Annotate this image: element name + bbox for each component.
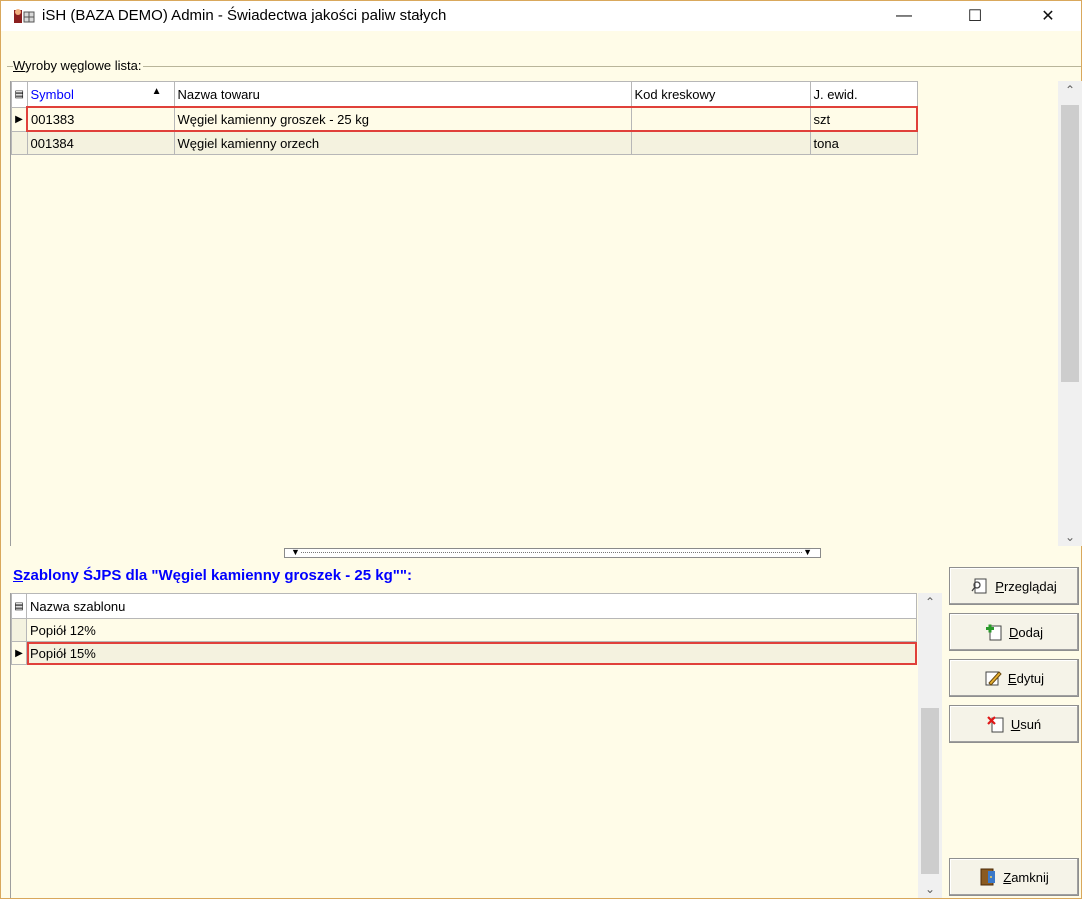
- doc-delete-icon: [987, 715, 1005, 733]
- close-button-label: amknij: [1011, 869, 1049, 885]
- close-button[interactable]: Zamknij: [949, 858, 1079, 896]
- edit-button-label: dytuj: [1016, 670, 1045, 686]
- maximize-button[interactable]: ☐: [952, 1, 998, 31]
- templates-title-text: zablony ŚJPS dla "Węgiel kamienny grosze…: [23, 567, 412, 584]
- cell-unit[interactable]: szt: [809, 106, 918, 132]
- close-window-button[interactable]: ✕: [1025, 1, 1071, 31]
- main-window: iSH (BAZA DEMO) Admin - Świadectwa jakoś…: [0, 0, 1082, 899]
- scrollbar-thumb[interactable]: [1061, 105, 1079, 382]
- cell-unit[interactable]: tona: [809, 130, 918, 155]
- add-button-accel: D: [1009, 624, 1019, 640]
- pane-splitter[interactable]: ▼ ▼: [284, 548, 821, 558]
- column-chooser-icon[interactable]: ▤: [11, 593, 27, 619]
- delete-button-label: suń: [1020, 716, 1042, 732]
- window-title: iSH (BAZA DEMO) Admin - Świadectwa jakoś…: [42, 7, 447, 24]
- column-header-symbol[interactable]: Symbol ▲: [26, 81, 175, 108]
- close-icon: ✕: [1041, 8, 1055, 25]
- templates-title-accel: S: [13, 567, 24, 584]
- row-indicator: [11, 130, 28, 155]
- cell-barcode[interactable]: [630, 130, 811, 155]
- cell-barcode[interactable]: [630, 106, 811, 132]
- column-chooser-icon[interactable]: ▤: [11, 81, 28, 108]
- chevron-down-icon: ▼: [291, 547, 300, 557]
- templates-title: Szablony ŚJPS dla "Węgiel kamienny grosz…: [13, 567, 412, 584]
- delete-button-accel: U: [1010, 716, 1021, 732]
- pencil-icon: [984, 669, 1002, 687]
- browse-button[interactable]: Przeglądaj: [949, 567, 1079, 605]
- doc-add-icon: [985, 623, 1003, 641]
- cell-symbol[interactable]: 001384: [26, 130, 175, 155]
- cell-template-name[interactable]: Popiół 15%: [26, 641, 917, 665]
- cell-name[interactable]: Węgiel kamienny groszek - 25 kg: [173, 106, 632, 132]
- column-header-barcode[interactable]: Kod kreskowy: [630, 81, 811, 108]
- table-row[interactable]: Popiół 12%: [11, 618, 917, 642]
- products-table: ▤ Symbol ▲ Nazwa towaru Kod kreskowy J. e…: [11, 81, 918, 155]
- table-row[interactable]: ▶ Popiół 15%: [11, 641, 917, 665]
- templates-table: ▤ Nazwa szablonu Popiół 12% ▶ Popiół 15%: [11, 593, 917, 665]
- browse-button-label: rzeglądaj: [1003, 578, 1057, 594]
- column-header-unit[interactable]: J. ewid.: [809, 81, 918, 108]
- row-indicator: [11, 618, 27, 642]
- splitter-grip: [301, 552, 802, 553]
- products-group-label-text: yroby węglowe lista:: [25, 58, 142, 73]
- templates-header-row: ▤ Nazwa szablonu: [11, 593, 917, 619]
- column-header-template-name[interactable]: Nazwa szablonu: [26, 593, 917, 619]
- edit-button-accel: E: [1007, 670, 1017, 686]
- row-indicator-icon: ▶: [11, 641, 27, 665]
- sort-ascending-icon: ▲: [151, 86, 162, 97]
- products-group-label: Wyroby węglowe lista:: [13, 58, 144, 73]
- minimize-button[interactable]: —: [881, 1, 927, 31]
- key-doc-icon: [971, 577, 989, 595]
- column-header-name[interactable]: Nazwa towaru: [173, 81, 632, 108]
- add-button-label: odaj: [1018, 624, 1043, 640]
- browse-button-accel: P: [995, 578, 1004, 594]
- table-row[interactable]: ▶ 001383 Węgiel kamienny groszek - 25 kg…: [11, 106, 918, 132]
- door-icon: [979, 868, 997, 886]
- products-scrollbar[interactable]: ⌃ ⌄: [1058, 81, 1082, 546]
- cell-name[interactable]: Węgiel kamienny orzech: [173, 130, 632, 155]
- add-button[interactable]: Dodaj: [949, 613, 1079, 651]
- close-button-accel: Z: [1003, 869, 1012, 885]
- scroll-down-icon[interactable]: ⌄: [918, 880, 942, 898]
- app-icon: [13, 8, 35, 24]
- templates-grid[interactable]: ▤ Nazwa szablonu Popiół 12% ▶ Popiół 15%: [10, 593, 918, 898]
- column-header-symbol-label: Symbol: [30, 86, 74, 102]
- maximize-icon: ☐: [967, 8, 983, 25]
- delete-button[interactable]: Usuń: [949, 705, 1079, 743]
- products-group-label-accel: W: [13, 58, 26, 73]
- scroll-up-icon[interactable]: ⌃: [1058, 81, 1082, 99]
- products-grid[interactable]: ▤ Symbol ▲ Nazwa towaru Kod kreskowy J. e…: [10, 81, 1057, 546]
- scroll-down-icon[interactable]: ⌄: [1058, 528, 1082, 546]
- minimize-icon: —: [896, 7, 912, 24]
- scrollbar-thumb[interactable]: [921, 708, 939, 874]
- table-row[interactable]: 001384 Węgiel kamienny orzech tona: [11, 130, 918, 155]
- group-divider: [7, 66, 1081, 68]
- chevron-down-icon: ▼: [803, 547, 812, 557]
- products-header-row: ▤ Symbol ▲ Nazwa towaru Kod kreskowy J. e…: [11, 81, 918, 108]
- cell-template-name[interactable]: Popiół 12%: [26, 618, 917, 642]
- templates-scrollbar[interactable]: ⌃ ⌄: [918, 593, 942, 898]
- edit-button[interactable]: Edytuj: [949, 659, 1079, 697]
- title-bar: iSH (BAZA DEMO) Admin - Świadectwa jakoś…: [1, 1, 1081, 31]
- row-indicator-icon: ▶: [11, 106, 28, 132]
- cell-symbol[interactable]: 001383: [26, 106, 175, 132]
- scroll-up-icon[interactable]: ⌃: [918, 593, 942, 611]
